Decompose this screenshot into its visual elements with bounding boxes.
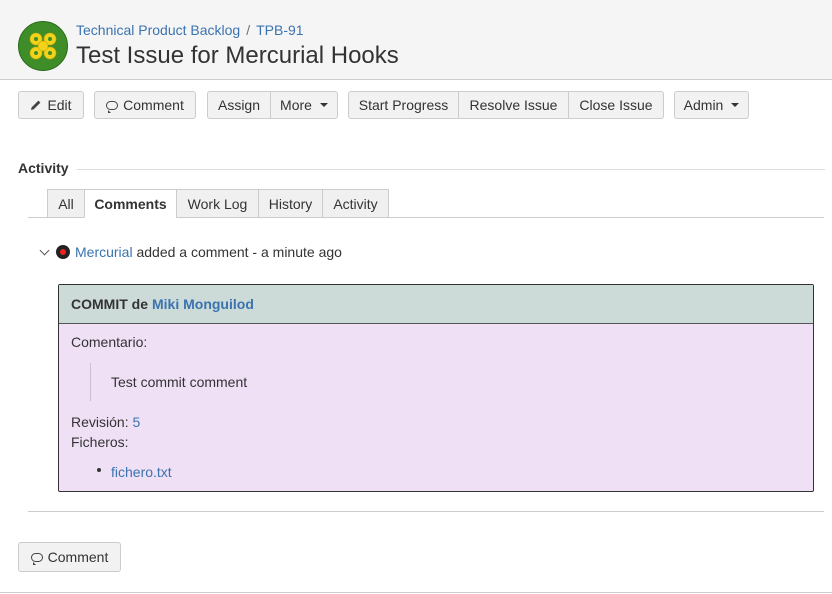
resolve-issue-label: Resolve Issue [469, 97, 558, 113]
tab-work-log[interactable]: Work Log [176, 189, 259, 218]
breadcrumb-separator: / [246, 22, 251, 38]
issue-header: Technical Product Backlog / TPB-91 Test Is… [0, 0, 832, 80]
start-progress-button[interactable]: Start Progress [348, 91, 459, 119]
admin-button[interactable]: Admin [674, 91, 749, 119]
tab-label: Comments [94, 195, 167, 212]
comment-action-text: added a comment - [132, 244, 261, 260]
edit-button-label: Edit [47, 97, 72, 113]
user-avatar-icon [56, 245, 70, 259]
comment-timestamp[interactable]: a minute ago [261, 244, 342, 260]
tab-label: Activity [333, 195, 378, 212]
breadcrumb-issue-link[interactable]: TPB-91 [256, 22, 303, 38]
activity-heading: Activity [18, 160, 69, 176]
commit-panel-header: COMMIT de Miki Monguilod [59, 285, 813, 324]
comment-button-label: Comment [123, 97, 184, 113]
chevron-down-icon [731, 103, 740, 107]
tab-comments[interactable]: Comments [84, 189, 177, 218]
close-issue-label: Close Issue [579, 97, 653, 113]
page-title: Test Issue for Mercurial Hooks [76, 42, 399, 69]
more-button-label: More [280, 97, 312, 113]
tab-label: All [58, 195, 74, 212]
commit-panel: COMMIT de Miki Monguilod Comentario: Tes… [58, 284, 814, 492]
list-bullet [97, 468, 101, 472]
tab-activity[interactable]: Activity [322, 189, 389, 218]
comment-label: Comentario: [71, 334, 148, 350]
speech-bubble-icon [106, 100, 119, 113]
commit-header-prefix: COMMIT de [71, 296, 148, 312]
gears-icon[interactable] [18, 21, 68, 71]
commit-quote: Test commit comment [90, 363, 247, 401]
commit-comment-text: Test commit comment [111, 374, 248, 390]
start-progress-label: Start Progress [358, 97, 449, 113]
add-comment-label: Comment [47, 549, 109, 565]
revision-row: Revisión: 5 [71, 414, 140, 430]
comment-entry: Mercurial added a comment - a minute ago [39, 244, 342, 260]
pencil-icon [31, 100, 41, 110]
assign-button-label: Assign [217, 97, 261, 113]
assign-button[interactable]: Assign [207, 91, 271, 119]
activity-divider [77, 169, 825, 170]
revision-label: Revisión: [71, 414, 129, 430]
tab-all[interactable]: All [47, 189, 85, 218]
breadcrumb-project-link[interactable]: Technical Product Backlog [76, 22, 240, 38]
admin-button-label: Admin [683, 97, 724, 113]
revision-link[interactable]: 5 [132, 414, 140, 430]
tab-label: History [268, 195, 313, 212]
tab-label: Work Log [187, 195, 248, 212]
section-divider [28, 511, 824, 512]
footer-divider [0, 592, 832, 593]
list-item: fichero.txt [111, 464, 172, 480]
resolve-issue-button[interactable]: Resolve Issue [459, 91, 569, 119]
add-comment-button[interactable]: Comment [18, 542, 121, 572]
chevron-down-icon [319, 103, 328, 107]
tab-history[interactable]: History [258, 189, 323, 218]
comment-author-link[interactable]: Mercurial [75, 244, 133, 260]
comment-button[interactable]: Comment [94, 91, 196, 119]
more-button[interactable]: More [271, 91, 338, 119]
commit-author-link[interactable]: Miki Monguilod [152, 296, 254, 312]
breadcrumb: Technical Product Backlog / TPB-91 [76, 22, 304, 38]
edit-button[interactable]: Edit [18, 91, 84, 119]
file-link[interactable]: fichero.txt [111, 464, 172, 480]
close-issue-button[interactable]: Close Issue [569, 91, 664, 119]
speech-bubble-icon [30, 552, 43, 565]
chevron-down-icon[interactable] [39, 245, 50, 255]
files-label: Ficheros: [71, 434, 129, 450]
